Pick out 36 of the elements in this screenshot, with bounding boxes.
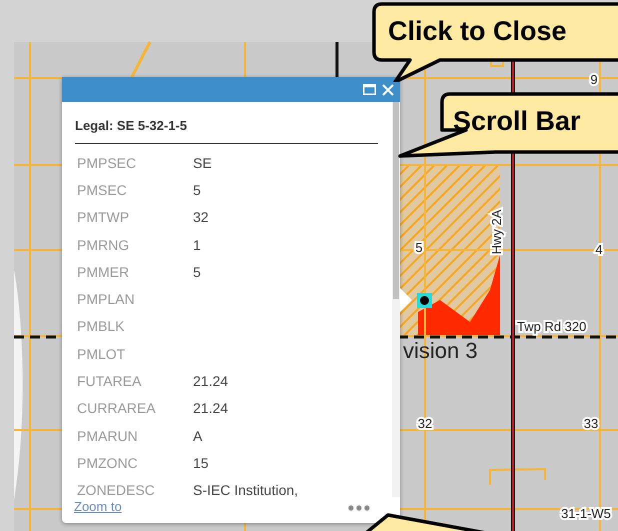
field-value: 1 [193,236,201,255]
callout-text: Scroll Bar [453,108,581,135]
field-name: FUTAREA [76,372,142,392]
field-value: 32 [193,208,209,228]
field-value: 5 [193,262,201,282]
field-name: PMMER [76,262,130,282]
map-label: Twp Rd 320 [517,319,586,334]
field-name: PMPSEC [76,154,138,173]
field-name: PMZONC [76,454,139,473]
scroll-bar-thumb[interactable] [393,102,399,299]
close-icon[interactable] [382,84,394,96]
field-name: PMRNG [76,236,130,255]
field-name: CURRAREA [76,399,157,418]
field-value: A [193,426,202,446]
field-name: PMLOT [76,344,126,364]
field-value: S-IEC Institution, [193,481,298,497]
more-options-icon[interactable] [348,504,370,511]
popup-title: Legal: SE 5-32-1-5 [75,116,378,144]
field-name: PMSEC [76,180,128,200]
field-value: 15 [193,454,209,473]
zoom-to-link[interactable]: Zoom to [74,497,122,517]
field-value: 5 [193,180,201,200]
map-label: 33 [584,416,598,431]
map-label: Hwy 2A [489,210,504,254]
field-value: 21.24 [193,399,228,418]
field-name: PMBLK [76,317,126,336]
field-value: SE [193,154,212,173]
field-name: PMTWP [76,208,130,228]
field-name: ZONEDESC [76,481,156,497]
callout-text: Click to Close [388,18,567,45]
field-name: PMPLAN [76,290,136,310]
popup-pointer [400,288,412,312]
field-name: PMARUN [76,426,139,446]
field-value: 21.24 [193,372,228,392]
map-label: 5 [415,240,423,255]
maximize-icon[interactable] [363,84,376,95]
